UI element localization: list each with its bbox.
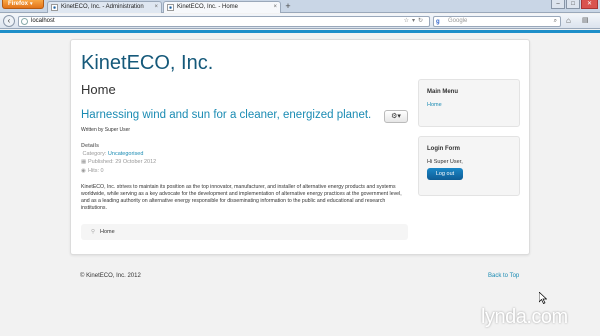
hits-row: ◉ Hits: 0 xyxy=(81,167,156,175)
details-label: Details xyxy=(81,143,100,149)
address-bar[interactable]: localhost ☆▾↻ xyxy=(18,16,430,27)
tab-title: KinetECO, Inc. - Home xyxy=(177,4,239,10)
search-icon[interactable]: ⌕ xyxy=(554,17,557,26)
minimize-button[interactable]: – xyxy=(551,0,565,9)
page-container: KinetECO, Inc. Home Harnessing wind and … xyxy=(70,39,530,255)
main-menu-title: Main Menu xyxy=(427,89,458,95)
firefox-menu-label: Firefox xyxy=(8,1,29,7)
published-row: ▦ Published: 29 October 2012 xyxy=(81,158,156,166)
star-icon[interactable]: ☆ xyxy=(404,18,412,24)
main-menu-module: Main Menu Home xyxy=(418,79,520,127)
logout-button[interactable]: Log out xyxy=(427,168,463,180)
published-date: Published: 29 October 2012 xyxy=(88,159,157,166)
search-input[interactable]: g Google ⌕ xyxy=(433,16,561,27)
globe-icon xyxy=(21,18,28,25)
article-intro: KinetECO, Inc. strives to maintain its p… xyxy=(81,184,402,211)
tab-home[interactable]: ✱ KinetECO, Inc. - Home × xyxy=(163,1,281,13)
breadcrumb-item: Home xyxy=(100,229,115,235)
category-link[interactable]: Uncategorised xyxy=(108,151,143,157)
menu-item-home[interactable]: Home xyxy=(427,102,442,108)
site-top-bar xyxy=(0,30,600,33)
url-bar-icons: ☆▾↻ xyxy=(404,17,426,26)
login-form-title: Login Form xyxy=(427,146,460,152)
location-icon: ⚲ xyxy=(91,229,96,235)
search-placeholder: Google xyxy=(448,18,468,24)
chevron-down-icon: ▾ xyxy=(30,1,33,7)
close-tab-icon[interactable]: × xyxy=(273,2,277,13)
close-tab-icon[interactable]: × xyxy=(154,2,158,13)
footer-copyright: © KinetECO, Inc. 2012 xyxy=(80,273,141,279)
calendar-icon: ▦ xyxy=(81,159,87,166)
article-details: Details Category: Uncategorised ▦ Publish… xyxy=(81,142,156,175)
mouse-cursor-icon xyxy=(539,292,547,304)
page-title: Home xyxy=(81,82,116,97)
back-button[interactable]: ‹ xyxy=(3,15,15,27)
article-author: Written by Super User xyxy=(81,127,131,133)
login-form-module: Login Form Hi Super User, Log out xyxy=(418,136,520,196)
arrow-left-icon: ‹ xyxy=(7,16,11,25)
firefox-menu-button[interactable]: Firefox ▾ xyxy=(2,0,44,9)
hits-count: Hits: 0 xyxy=(88,167,104,174)
maximize-button[interactable]: □ xyxy=(566,0,580,9)
login-greeting: Hi Super User, xyxy=(427,159,463,165)
article-title: Harnessing wind and sun for a cleaner, e… xyxy=(81,109,372,121)
category-row: Category: Uncategorised xyxy=(81,150,156,158)
chevron-down-icon: ▾ xyxy=(397,113,401,120)
category-label: Category: xyxy=(82,151,107,158)
article-tools-button[interactable]: ⚙▾ xyxy=(384,110,408,123)
new-tab-button[interactable]: + xyxy=(283,2,293,12)
download-icon[interactable]: ▤ xyxy=(582,16,589,24)
tab-title: KinetECO, Inc. - Administration xyxy=(61,4,144,10)
eye-icon: ◉ xyxy=(81,167,86,174)
watermark: lynda.com xyxy=(481,306,568,328)
joomla-favicon-icon: ✱ xyxy=(51,4,58,11)
browser-tab-bar: Firefox ▾ ✱ KinetECO, Inc. - Administrati… xyxy=(0,0,600,13)
reload-icon[interactable]: ↻ xyxy=(418,18,426,24)
close-window-button[interactable]: ✕ xyxy=(581,0,598,9)
site-brand[interactable]: KinetECO, Inc. xyxy=(81,52,213,75)
google-icon: g xyxy=(436,19,440,25)
address-text: localhost xyxy=(31,18,55,24)
breadcrumb: ⚲ Home xyxy=(81,224,408,240)
home-icon[interactable]: ⌂ xyxy=(566,16,571,25)
tab-administration[interactable]: ✱ KinetECO, Inc. - Administration × xyxy=(47,1,162,13)
back-to-top-link[interactable]: Back to Top xyxy=(488,273,519,279)
navigation-toolbar: ‹ localhost ☆▾↻ g Google ⌕ ⌂ ▤ xyxy=(0,14,600,29)
joomla-favicon-icon: ✱ xyxy=(167,4,174,11)
